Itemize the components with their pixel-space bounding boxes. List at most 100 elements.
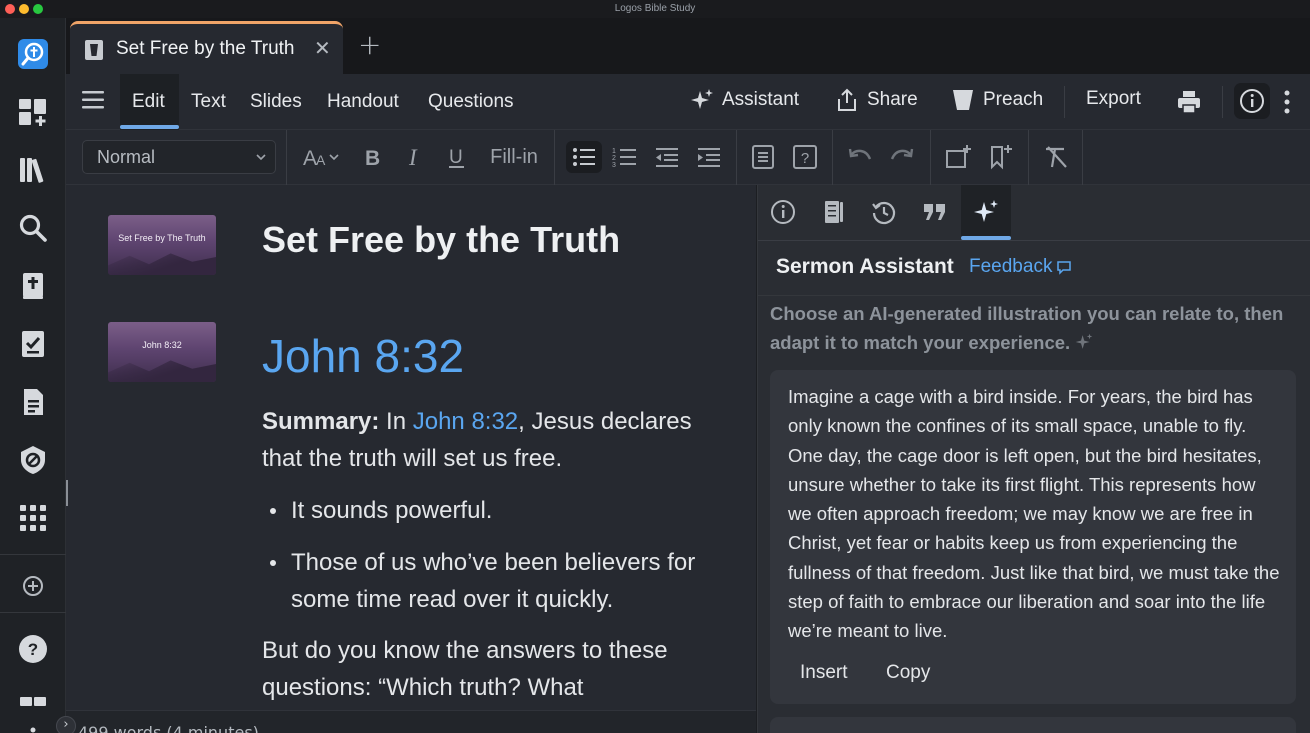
outdent-button[interactable]	[652, 141, 682, 173]
slide-thumbnail-2[interactable]: John 8:32	[108, 322, 216, 382]
paragraph-style-select[interactable]: Normal	[82, 140, 276, 174]
more-options-button[interactable]	[1280, 89, 1294, 115]
bold-button[interactable]: B	[358, 141, 388, 173]
copy-button[interactable]: Copy	[886, 662, 930, 684]
scripture-link[interactable]: John 8:32	[413, 408, 518, 435]
preach-label: Preach	[983, 89, 1044, 110]
shield-icon	[21, 446, 45, 474]
help-button[interactable]: ?	[15, 631, 51, 667]
bullet-dot	[270, 508, 276, 514]
add-bookmark-button[interactable]	[984, 141, 1016, 173]
list-item[interactable]: It sounds powerful.	[270, 492, 720, 529]
body-paragraph[interactable]: But do you know the answers to these que…	[262, 632, 732, 706]
redo-icon	[890, 148, 914, 160]
hamburger-menu-icon[interactable]	[82, 90, 104, 110]
fill-in-button[interactable]: Fill-in	[486, 141, 542, 173]
block-quote-button[interactable]	[748, 141, 778, 173]
slide-caption: Set Free by The Truth	[118, 233, 206, 243]
panel-tab-quotes[interactable]	[910, 185, 960, 239]
sermon-editor[interactable]: Set Free by The Truth Set Free by the Tr…	[66, 185, 756, 710]
paragraph-style-value: Normal	[97, 147, 156, 167]
share-button[interactable]: Share	[835, 88, 918, 112]
status-bar: 499 words (4 minutes)	[66, 710, 756, 733]
outdent-icon	[656, 148, 678, 167]
menu-slides[interactable]: Slides	[250, 91, 302, 113]
sermon-title[interactable]: Set Free by the Truth	[262, 219, 620, 261]
scripture-heading[interactable]: John 8:32	[262, 329, 464, 383]
insert-button[interactable]: Insert	[800, 662, 848, 684]
menu-text[interactable]: Text	[191, 91, 226, 113]
italic-button[interactable]: I	[400, 141, 430, 173]
numbered-list-button[interactable]: 123	[610, 141, 640, 173]
panel-heading: Sermon Assistant	[776, 255, 954, 278]
history-icon	[872, 201, 896, 225]
toolbar-separator-2	[1222, 86, 1223, 118]
collapse-status-button[interactable]: ›	[56, 716, 76, 733]
menu-active-indicator	[120, 125, 179, 129]
slide-thumbnail-1[interactable]: Set Free by The Truth	[108, 215, 216, 275]
tab-title: Set Free by the Truth	[116, 38, 295, 59]
svg-text:1: 1	[612, 148, 616, 155]
sidebar-panel: Sermon Assistant Feedback Choose an AI-g…	[757, 185, 1310, 733]
feedback-link[interactable]: Feedback	[969, 256, 1072, 278]
new-tab-button[interactable]: +	[358, 28, 381, 61]
add-shortcut-button[interactable]	[15, 568, 51, 604]
assistant-label: Assistant	[722, 89, 800, 110]
underline-button[interactable]: U	[442, 141, 472, 173]
panel-tab-assistant[interactable]	[961, 185, 1011, 239]
apps-button[interactable]	[15, 500, 51, 536]
panel-divider	[758, 240, 1310, 241]
question-box-icon: ?	[793, 145, 817, 169]
undo-button[interactable]	[844, 141, 876, 173]
clear-formatting-button[interactable]	[1040, 141, 1072, 173]
add-slide-icon	[946, 145, 971, 168]
more-rail-button[interactable]	[15, 718, 51, 733]
font-size-button[interactable]: A A	[300, 141, 344, 173]
summary-paragraph[interactable]: Summary: In John 8:32, Jesus declares th…	[262, 403, 732, 477]
checklist-icon	[22, 331, 44, 357]
tab-sermon[interactable]: Set Free by the Truth ✕	[70, 21, 343, 74]
menu-handout[interactable]: Handout	[327, 91, 399, 113]
panel-tab-references[interactable]	[809, 185, 859, 239]
print-icon	[1178, 91, 1200, 114]
bulleted-list-button[interactable]	[566, 141, 602, 173]
add-slide-button[interactable]	[942, 141, 974, 173]
library-books-icon	[20, 158, 44, 183]
export-button[interactable]: Export	[1086, 88, 1141, 110]
underline-icon: U	[449, 147, 464, 168]
sparkle-icon	[1076, 333, 1093, 349]
search-button[interactable]	[15, 210, 51, 246]
factbook-button[interactable]	[15, 442, 51, 478]
splitter-handle[interactable]	[66, 480, 68, 506]
reading-plans-button[interactable]	[15, 326, 51, 362]
logos-home-button[interactable]	[15, 36, 51, 72]
panel-tab-info[interactable]	[758, 185, 808, 239]
undo-icon	[848, 148, 872, 160]
info-toggle-button[interactable]	[1234, 83, 1270, 119]
indent-button[interactable]	[694, 141, 724, 173]
menu-edit[interactable]: Edit	[132, 91, 165, 113]
format-separator-7	[1082, 130, 1083, 185]
svg-text:A: A	[303, 147, 317, 170]
svg-text:I: I	[408, 145, 418, 170]
question-block-button[interactable]: ?	[790, 141, 820, 173]
print-button[interactable]	[1176, 89, 1202, 115]
bible-button[interactable]	[15, 268, 51, 304]
menu-questions[interactable]: Questions	[428, 91, 514, 113]
documents-button[interactable]	[15, 384, 51, 420]
bullet-list-icon	[573, 148, 595, 166]
list-item[interactable]: Those of us who’ve been believers for so…	[270, 544, 720, 618]
close-tab-button[interactable]: ✕	[314, 36, 331, 60]
illustration-text: Imagine a cage with a bird inside. For y…	[788, 386, 1280, 642]
format-separator	[286, 130, 287, 185]
dashboard-button[interactable]	[15, 94, 51, 130]
panel-tab-history[interactable]	[859, 185, 909, 239]
preach-button[interactable]: Preach	[951, 88, 1043, 112]
library-button[interactable]	[15, 152, 51, 188]
more-vertical-icon	[30, 727, 36, 733]
tab-strip: Set Free by the Truth ✕ +	[66, 18, 1310, 74]
bookmark-add-icon	[991, 145, 1012, 170]
window-title: Logos Bible Study	[614, 3, 696, 14]
redo-button[interactable]	[886, 141, 918, 173]
assistant-button[interactable]: Assistant	[690, 88, 799, 112]
